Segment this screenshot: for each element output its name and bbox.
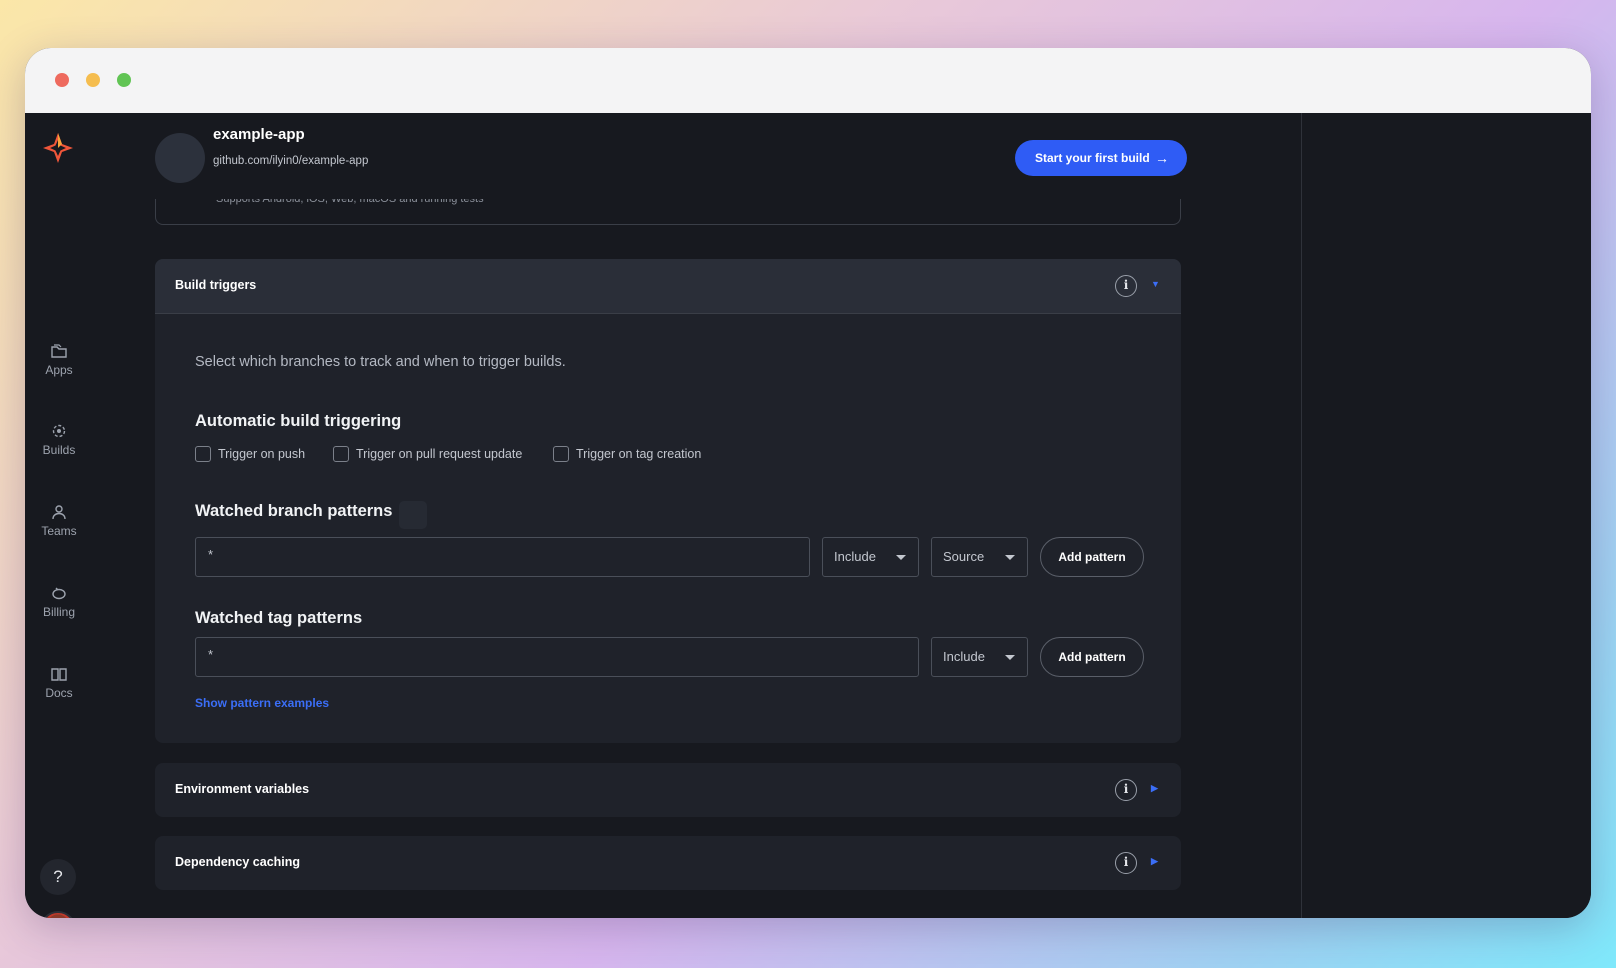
arrow-right-icon: →	[1135, 140, 1169, 176]
folder-icon	[50, 343, 68, 359]
book-icon	[50, 666, 68, 682]
tag-include-select[interactable]: Include	[931, 637, 1028, 677]
caret-down-icon	[896, 555, 906, 560]
show-pattern-examples-link[interactable]: Show pattern examples	[195, 696, 329, 710]
teams-icon	[50, 504, 68, 520]
app-avatar	[155, 133, 205, 183]
help-button[interactable]: ?	[40, 859, 76, 895]
maximize-window-button[interactable]	[117, 73, 131, 87]
main-content: Supports Android, iOS, Web, macOS and ru…	[133, 113, 1301, 918]
trigger-on-push-checkbox[interactable]: Trigger on push	[195, 446, 305, 466]
close-window-button[interactable]	[55, 73, 69, 87]
builds-icon	[50, 423, 68, 439]
panel-title: Build triggers	[175, 278, 256, 292]
chevron-down-icon[interactable]: ▼	[1151, 279, 1160, 289]
watched-tag-patterns-title: Watched tag patterns	[195, 609, 362, 628]
chevron-right-icon[interactable]: ▶	[1151, 856, 1158, 867]
add-branch-pattern-button[interactable]: Add pattern	[1040, 537, 1144, 577]
watched-branch-patterns-title: Watched branch patterns	[195, 502, 392, 521]
sidebar-item-label: Teams	[41, 524, 76, 538]
codemagic-logo-icon[interactable]	[41, 131, 75, 165]
sidebar-item-label: Docs	[45, 686, 72, 700]
app-window: Apps Builds Teams Billing Docs ? Support…	[25, 48, 1591, 918]
environment-variables-panel[interactable]: Environment variables i ▶	[155, 763, 1181, 817]
trigger-on-tag-creation-checkbox[interactable]: Trigger on tag creation	[553, 446, 701, 466]
sidebar-item-apps[interactable]: Apps	[25, 343, 93, 377]
build-triggers-header[interactable]: Build triggers i ▼	[155, 259, 1181, 314]
branch-hint-chip[interactable]	[399, 501, 427, 529]
sidebar-item-label: Billing	[43, 605, 75, 619]
sidebar-item-label: Apps	[45, 363, 72, 377]
checkbox-label: Trigger on tag creation	[576, 447, 701, 461]
caret-down-icon	[1005, 655, 1015, 660]
app-name: example-app	[213, 126, 305, 143]
chevron-right-icon[interactable]: ▶	[1151, 783, 1158, 794]
build-triggers-description: Select which branches to track and when …	[195, 354, 566, 370]
minimize-window-button[interactable]	[86, 73, 100, 87]
sidebar-item-builds[interactable]: Builds	[25, 423, 93, 457]
right-side-panel	[1301, 113, 1591, 918]
start-first-build-button[interactable]: Start your first build →	[1015, 140, 1187, 176]
sidebar-item-teams[interactable]: Teams	[25, 504, 93, 538]
sidebar-item-docs[interactable]: Docs	[25, 666, 93, 700]
caret-down-icon	[1005, 555, 1015, 560]
environment-variables-header[interactable]: Environment variables i ▶	[155, 763, 1181, 817]
piggy-bank-icon	[50, 585, 68, 601]
sidebar-item-billing[interactable]: Billing	[25, 585, 93, 619]
panel-title: Environment variables	[175, 782, 309, 796]
checkbox-label: Trigger on push	[218, 447, 305, 461]
sidebar: Apps Builds Teams Billing Docs ?	[25, 113, 133, 918]
dependency-caching-panel[interactable]: Dependency caching i ▶	[155, 836, 1181, 890]
select-value: Include	[943, 649, 985, 664]
automatic-triggering-title: Automatic build triggering	[195, 412, 401, 431]
start-build-label: Start your first build	[1035, 151, 1150, 165]
branch-pattern-input[interactable]: *	[195, 537, 810, 577]
user-avatar[interactable]	[40, 911, 76, 918]
info-icon[interactable]: i	[1115, 779, 1137, 801]
tag-pattern-input[interactable]: *	[195, 637, 919, 677]
trigger-on-pr-update-checkbox[interactable]: Trigger on pull request update	[333, 446, 522, 466]
window-titlebar	[25, 48, 1591, 114]
sidebar-item-label: Builds	[43, 443, 76, 457]
build-triggers-panel: Build triggers i ▼ Select which branches…	[155, 259, 1181, 743]
select-value: Source	[943, 549, 984, 564]
app-header: example-app github.com/ilyin0/example-ap…	[133, 113, 1301, 199]
app-repo-link[interactable]: github.com/ilyin0/example-app	[213, 155, 368, 167]
checkbox-box[interactable]	[553, 446, 569, 462]
checkbox-label: Trigger on pull request update	[356, 447, 522, 461]
info-icon[interactable]: i	[1115, 852, 1137, 874]
dependency-caching-header[interactable]: Dependency caching i ▶	[155, 836, 1181, 890]
checkbox-box[interactable]	[195, 446, 211, 462]
build-triggers-body: Select which branches to track and when …	[155, 314, 1181, 743]
select-value: Include	[834, 549, 876, 564]
branch-include-select[interactable]: Include	[822, 537, 919, 577]
panel-title: Dependency caching	[175, 855, 300, 869]
info-icon[interactable]: i	[1115, 275, 1137, 297]
add-tag-pattern-button[interactable]: Add pattern	[1040, 637, 1144, 677]
branch-source-select[interactable]: Source	[931, 537, 1028, 577]
checkbox-box[interactable]	[333, 446, 349, 462]
